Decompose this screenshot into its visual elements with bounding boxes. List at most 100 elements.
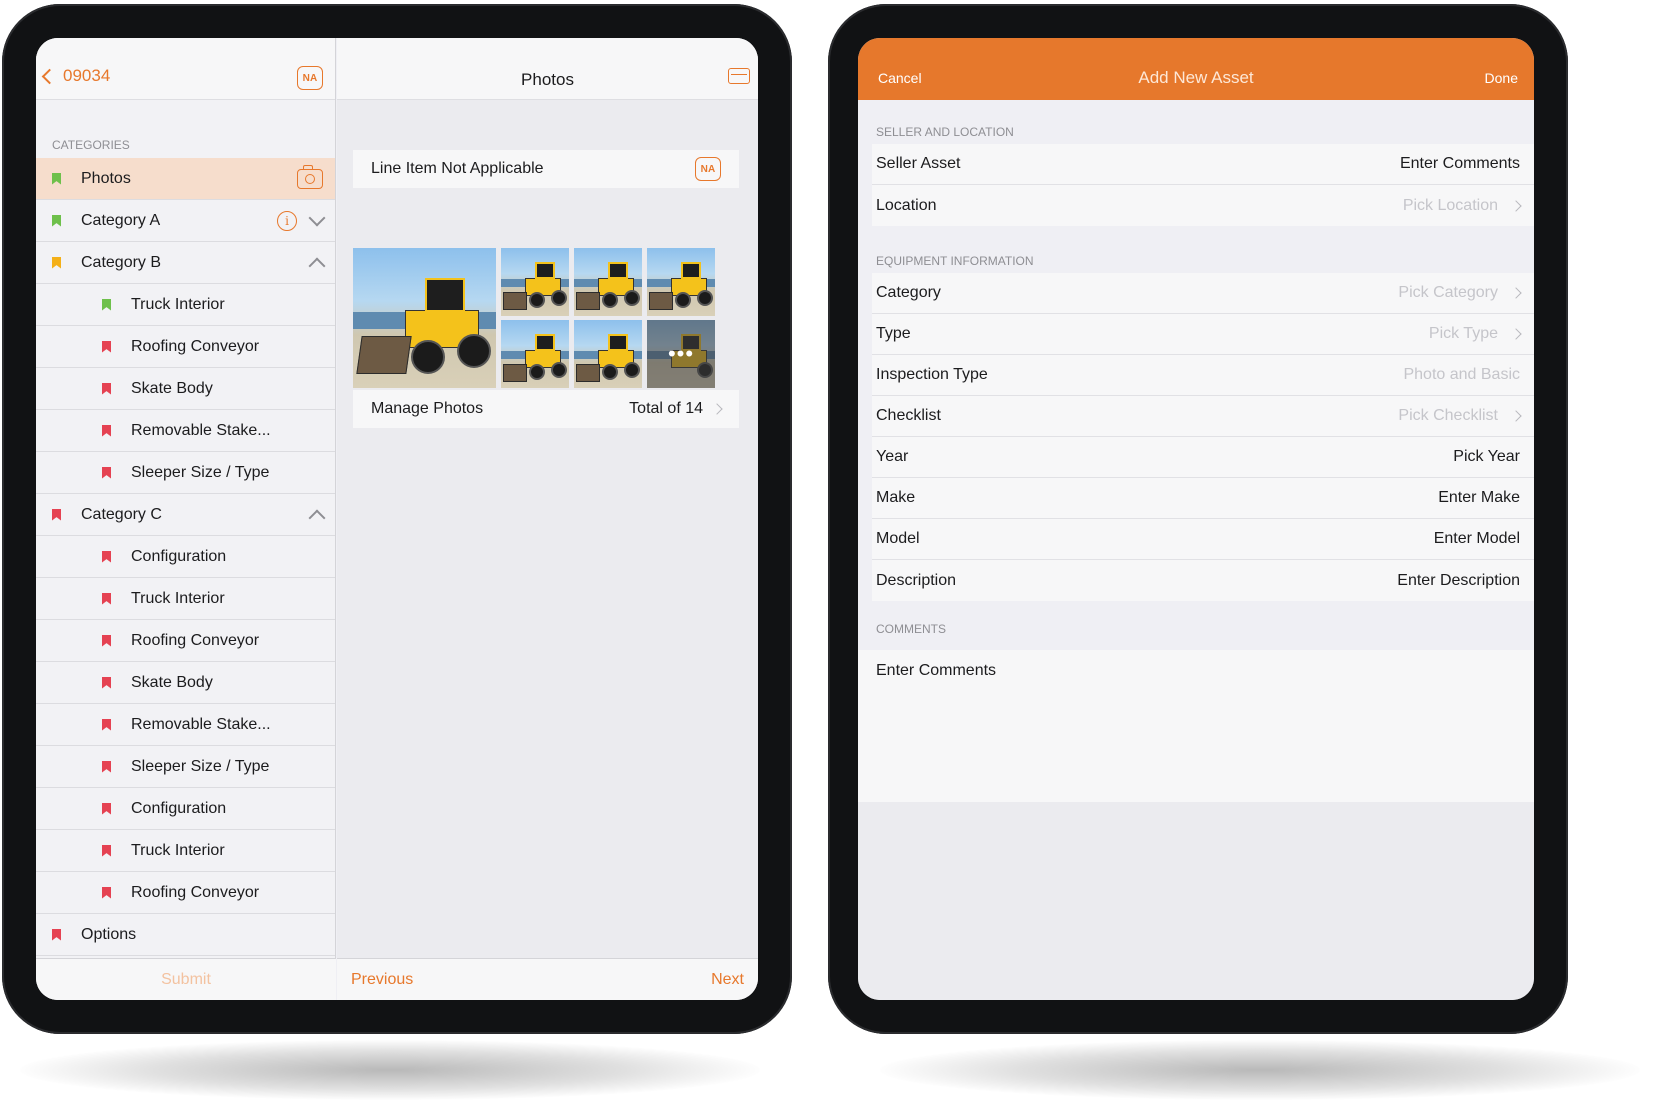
equipment-info-group: Category Pick Category Type Pick Type Inspec… [872, 273, 1534, 601]
photo-thumbnail[interactable] [353, 248, 496, 388]
inbox-icon[interactable] [728, 68, 750, 84]
form-row[interactable]: Checklist Pick Checklist [872, 396, 1534, 437]
category-item[interactable]: Options [36, 914, 335, 956]
field-value: Enter Make [1438, 489, 1520, 506]
category-label: Configuration [131, 547, 227, 565]
master-navbar: 09034 NA [36, 38, 335, 100]
chevron-up-icon[interactable] [308, 509, 326, 527]
na-toggle[interactable]: NA [695, 157, 721, 181]
flag-icon [52, 172, 61, 185]
category-label: Removable Stake... [131, 715, 271, 733]
flag-icon [52, 214, 61, 227]
chevron-down-icon[interactable] [308, 209, 326, 227]
category-item[interactable]: Sleeper Size / Type [36, 746, 335, 788]
empty-area [858, 802, 1534, 1000]
category-label: Category B [81, 253, 162, 271]
comments-input[interactable]: Enter Comments [858, 650, 1534, 802]
field-value: Pick Category [1398, 284, 1498, 301]
chevron-up-icon[interactable] [308, 257, 326, 275]
photo-thumbnail[interactable] [501, 320, 569, 388]
flag-icon [102, 340, 111, 353]
chevron-right-icon [1510, 199, 1522, 212]
detail-footer: Previous Next [337, 958, 758, 1000]
category-item[interactable]: Roofing Conveyor [36, 872, 335, 914]
field-label: Model [876, 530, 920, 547]
flag-icon [102, 886, 111, 899]
field-label: Location [876, 196, 937, 214]
photos-detail-panel: Photos Line Item Not Applicable NA ••• M… [337, 38, 758, 1000]
back-button[interactable]: 09034 [41, 66, 110, 86]
right-screen: Cancel Add New Asset Done SELLER AND LOC… [858, 38, 1534, 1000]
category-item[interactable]: Category C [36, 494, 335, 536]
flag-icon [102, 676, 111, 689]
more-photos-thumbnail[interactable]: ••• [647, 320, 715, 388]
next-button[interactable]: Next [711, 971, 744, 989]
categories-header: CATEGORIES [52, 138, 130, 152]
category-item[interactable]: Sleeper Size / Type [36, 452, 335, 494]
flag-icon [102, 298, 111, 311]
chevron-right-icon [711, 403, 723, 415]
flag-icon [102, 718, 111, 731]
form-row[interactable]: Year Pick Year [872, 437, 1534, 478]
left-tablet: 09034 NA CATEGORIES Photos Category Ai Cat… [2, 4, 792, 1034]
category-item[interactable]: Category B [36, 242, 335, 284]
manage-photos-row[interactable]: Manage Photos Total of 14 [353, 390, 739, 428]
chevron-right-icon [1510, 328, 1522, 340]
category-item[interactable]: Truck Interior [36, 578, 335, 620]
category-label: Sleeper Size / Type [131, 757, 270, 775]
field-label: Type [876, 325, 911, 342]
detail-navbar: Photos [337, 38, 758, 100]
field-label: Seller Asset [876, 155, 961, 172]
form-row[interactable]: Make Enter Make [872, 478, 1534, 519]
info-icon[interactable]: i [277, 211, 297, 231]
category-item[interactable]: Roofing Conveyor [36, 326, 335, 368]
category-item[interactable]: Skate Body [36, 368, 335, 410]
form-row[interactable]: Location Pick Location [872, 185, 1534, 226]
category-label: Sleeper Size / Type [131, 463, 270, 481]
flag-icon [102, 382, 111, 395]
photo-thumbnail[interactable] [647, 248, 715, 316]
not-applicable-row[interactable]: Line Item Not Applicable NA [353, 150, 739, 188]
flag-icon [52, 928, 61, 941]
category-item[interactable]: Configuration [36, 788, 335, 830]
form-row[interactable]: Category Pick Category [872, 273, 1534, 314]
flag-icon [102, 466, 111, 479]
submit-button[interactable]: Submit [36, 958, 336, 1000]
field-value: Pick Year [1453, 448, 1520, 465]
category-item[interactable]: Skate Body [36, 662, 335, 704]
seller-location-header: SELLER AND LOCATION [876, 125, 1014, 139]
category-label: Roofing Conveyor [131, 337, 260, 355]
category-list: Photos Category A i Category B Truck Interio… [36, 158, 335, 956]
form-row[interactable]: Inspection Type Photo and Basic [872, 355, 1534, 396]
field-label: Make [876, 489, 916, 506]
categories-panel: 09034 NA CATEGORIES Photos Category Ai Cat… [36, 38, 336, 1000]
done-button[interactable]: Done [1485, 70, 1518, 86]
field-value: Pick Type [1428, 325, 1498, 342]
photo-thumbnail[interactable] [574, 248, 642, 316]
photo-thumbnail[interactable] [501, 248, 569, 316]
flag-icon [102, 760, 111, 773]
asset-navbar: Cancel Add New Asset Done [858, 38, 1534, 100]
previous-button[interactable]: Previous [351, 971, 413, 989]
category-item[interactable]: Roofing Conveyor [36, 620, 335, 662]
field-value: Pick Checklist [1398, 407, 1498, 424]
category-label: Category A [81, 211, 161, 229]
asset-title: Add New Asset [1138, 68, 1254, 87]
form-row[interactable]: Type Pick Type [872, 314, 1534, 355]
category-item[interactable]: Truck Interior [36, 830, 335, 872]
form-row[interactable]: Description Enter Description [872, 560, 1534, 601]
flag-icon [102, 634, 111, 647]
category-item[interactable]: Removable Stake... [36, 410, 335, 452]
category-item[interactable]: Category A i [36, 200, 335, 242]
category-label: Skate Body [131, 673, 213, 691]
category-item[interactable]: Photos [36, 158, 335, 200]
chevron-right-icon [1510, 410, 1522, 422]
na-button[interactable]: NA [297, 66, 323, 90]
category-item[interactable]: Truck Interior [36, 284, 335, 326]
category-item[interactable]: Configuration [36, 536, 335, 578]
photo-thumbnail[interactable] [574, 320, 642, 388]
camera-icon[interactable] [297, 165, 323, 189]
form-row[interactable]: Model Enter Model [872, 519, 1534, 560]
form-row[interactable]: Seller Asset Enter Comments [872, 144, 1534, 185]
category-item[interactable]: Removable Stake... [36, 704, 335, 746]
